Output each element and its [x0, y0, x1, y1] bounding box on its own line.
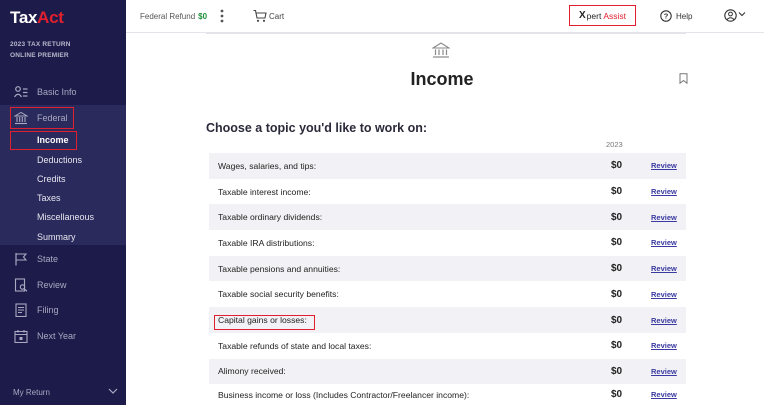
sidebar-item-label: State [37, 254, 59, 264]
row-label: Taxable refunds of state and local taxes… [218, 340, 372, 351]
topic-heading: Choose a topic you'd like to work on: [206, 121, 428, 135]
sidebar-item-basic-info[interactable]: Basic Info [0, 81, 126, 103]
cart-icon[interactable] [253, 9, 267, 28]
my-return-label[interactable]: My Return [13, 388, 50, 397]
highlight-federal [10, 107, 74, 129]
tax-year-label: 2023 TAX RETURN [10, 41, 71, 48]
table-row: Taxable pensions and annuities: $0 Revie… [209, 255, 686, 282]
year-column-header: 2023 [606, 140, 623, 149]
row-amount: $0 [611, 340, 623, 352]
row-amount: $0 [611, 237, 623, 249]
table-row: Taxable ordinary dividends: $0 Review [209, 204, 686, 231]
table-row: Alimony received: $0 Review [209, 358, 686, 385]
table-row: Taxable social security benefits: $0 Rev… [209, 282, 686, 308]
row-amount: $0 [611, 263, 623, 275]
row-label: Taxable ordinary dividends: [218, 212, 323, 223]
row-amount: $0 [611, 186, 623, 198]
flag-icon [14, 252, 28, 266]
row-amount: $0 [611, 314, 623, 326]
help-label[interactable]: Help [676, 12, 692, 21]
review-link[interactable]: Review [651, 264, 677, 273]
sidebar-item-state[interactable]: State [0, 248, 126, 270]
review-link[interactable]: Review [651, 290, 677, 299]
sidebar-item-review[interactable]: Review [0, 274, 126, 296]
document-search-icon [14, 278, 28, 292]
chevron-down-icon[interactable] [738, 10, 746, 20]
sidebar-sub-taxes[interactable]: Taxes [37, 193, 61, 203]
review-link[interactable]: Review [651, 390, 677, 399]
sidebar-sub-summary[interactable]: Summary [37, 232, 76, 242]
product-label: ONLINE PREMIER [10, 52, 69, 59]
cart-label[interactable]: Cart [269, 12, 284, 21]
sidebar-item-label: Basic Info [37, 87, 77, 97]
table-row: Taxable interest income: $0 Review [209, 179, 686, 205]
review-link[interactable]: Review [651, 341, 677, 350]
page-title: Income [410, 69, 474, 89]
row-label: Taxable IRA distributions: [218, 237, 315, 248]
sidebar-item-label: Filing [37, 305, 59, 315]
xpert-assist-button[interactable]: Xpert Assist [569, 5, 636, 26]
row-label: Taxable pensions and annuities: [218, 263, 341, 274]
bank-icon [431, 42, 451, 64]
sidebar-sub-deductions[interactable]: Deductions [37, 155, 82, 165]
row-label: Wages, salaries, and tips: [218, 160, 317, 171]
sidebar-sub-miscellaneous[interactable]: Miscellaneous [37, 212, 94, 222]
sidebar-item-label: Next Year [37, 331, 77, 341]
svg-text:?: ? [664, 12, 669, 21]
top-bar: Federal Refund $0 Cart Xpert Assist ? Help [126, 0, 764, 33]
review-link[interactable]: Review [651, 367, 677, 376]
header-divider [206, 33, 686, 34]
review-link[interactable]: Review [651, 238, 677, 247]
sidebar: TaxAct 2023 TAX RETURN ONLINE PREMIER Ba… [0, 0, 126, 405]
sidebar-item-filing[interactable]: Filing [0, 299, 126, 321]
chevron-down-icon[interactable] [108, 387, 118, 397]
help-icon[interactable]: ? [660, 9, 672, 27]
row-label: Taxable interest income: [218, 186, 311, 197]
calendar-icon [14, 329, 28, 343]
row-amount: $0 [611, 211, 623, 223]
user-account-icon[interactable] [724, 9, 737, 27]
refund-amount: $0 [198, 12, 208, 21]
table-row: Business income or loss (Includes Contra… [209, 384, 686, 405]
table-row: Wages, salaries, and tips: $0 Review [209, 153, 686, 179]
table-row: Taxable refunds of state and local taxes… [209, 333, 686, 359]
row-amount: $0 [611, 288, 623, 300]
row-amount: $0 [611, 389, 623, 401]
highlight-capital-gains [214, 315, 315, 330]
review-link[interactable]: Review [651, 161, 677, 170]
document-icon [14, 303, 28, 317]
sidebar-item-next-year[interactable]: Next Year [0, 325, 126, 347]
row-amount: $0 [611, 160, 623, 172]
review-link[interactable]: Review [651, 213, 677, 222]
sidebar-item-label: Review [37, 280, 67, 290]
bookmark-icon[interactable] [679, 71, 688, 89]
row-label: Business income or loss (Includes Contra… [218, 389, 470, 400]
row-amount: $0 [611, 365, 623, 377]
more-menu-icon[interactable] [220, 9, 224, 23]
person-list-icon [14, 85, 28, 99]
federal-refund: Federal Refund $0 [140, 12, 208, 21]
table-row: Taxable IRA distributions: $0 Review [209, 230, 686, 256]
sidebar-sub-credits[interactable]: Credits [37, 174, 66, 184]
row-label: Taxable social security benefits: [218, 289, 339, 300]
review-link[interactable]: Review [651, 187, 677, 196]
taxact-logo[interactable]: TaxAct [10, 8, 64, 28]
highlight-income [10, 131, 77, 150]
row-label: Alimony received: [218, 366, 286, 377]
review-link[interactable]: Review [651, 316, 677, 325]
